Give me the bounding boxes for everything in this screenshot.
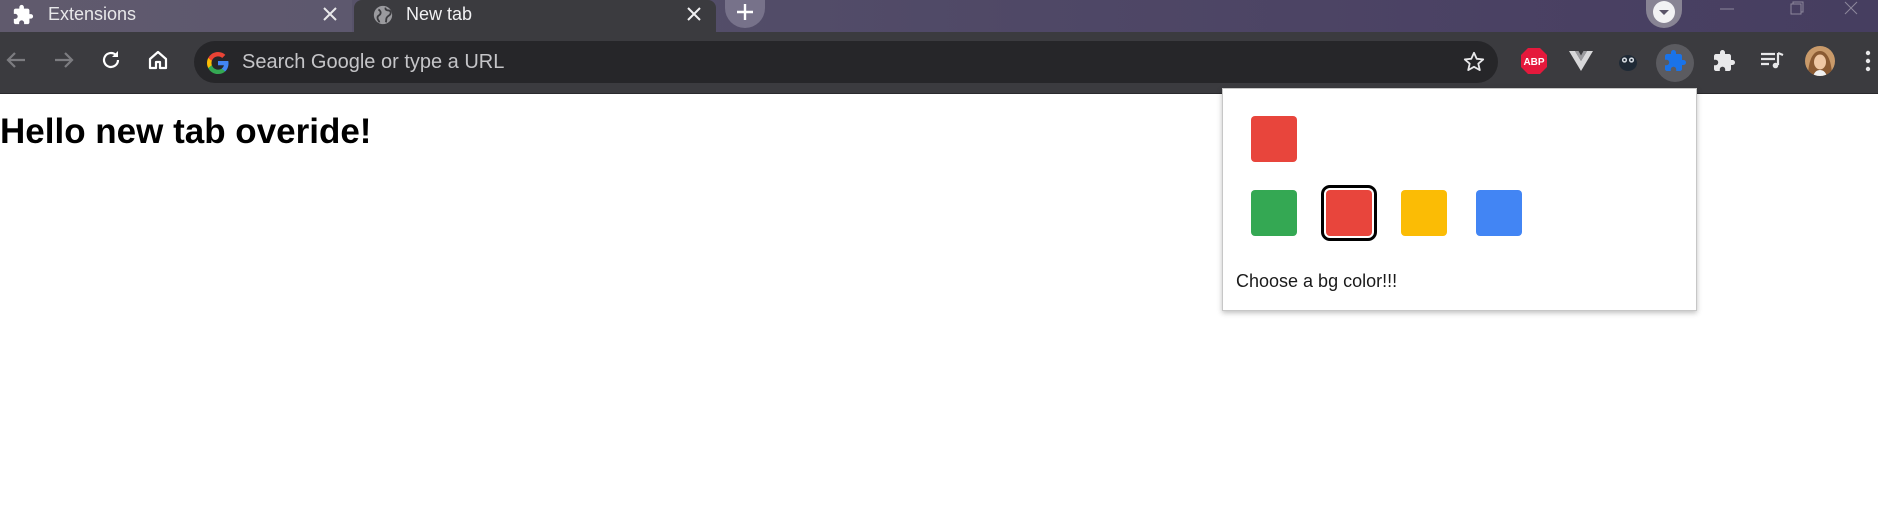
restore-button[interactable]	[1770, 0, 1824, 20]
abp-badge: ABP	[1523, 57, 1544, 68]
vue-devtools-button[interactable]	[1562, 44, 1600, 82]
reload-icon	[100, 49, 122, 76]
address-input[interactable]	[242, 48, 1392, 76]
close-icon[interactable]	[682, 2, 706, 26]
new-tab-button[interactable]	[725, 0, 765, 28]
media-controls-button[interactable]	[1753, 44, 1791, 82]
vue-icon	[1568, 49, 1594, 78]
owl-icon	[1615, 48, 1641, 79]
minimize-icon	[1720, 1, 1734, 19]
minimize-button[interactable]	[1700, 0, 1754, 20]
omnibox[interactable]	[194, 41, 1498, 83]
avatar	[1804, 45, 1836, 82]
plus-icon	[736, 3, 754, 26]
tab-new-tab[interactable]: New tab	[354, 0, 716, 32]
adblock-plus-icon: ABP	[1519, 46, 1549, 81]
restore-icon	[1790, 1, 1804, 20]
tab-title: New tab	[406, 4, 473, 24]
tab-strip: Extensions New tab	[0, 0, 1878, 32]
reload-button[interactable]	[91, 42, 131, 82]
bookmark-star-icon[interactable]	[1462, 50, 1486, 79]
home-button[interactable]	[138, 42, 178, 82]
back-button[interactable]	[0, 42, 36, 82]
google-icon	[206, 51, 230, 80]
color-button-blue[interactable]	[1476, 190, 1522, 236]
forward-button[interactable]	[44, 42, 84, 82]
owl-extension-button[interactable]	[1609, 44, 1647, 82]
bg-color-extension-button[interactable]	[1656, 44, 1694, 82]
home-icon	[147, 49, 169, 76]
color-button-yellow[interactable]	[1401, 190, 1447, 236]
extensions-menu-button[interactable]	[1705, 44, 1743, 82]
tab-extensions[interactable]: Extensions	[0, 0, 352, 32]
chevron-down-icon	[1652, 0, 1676, 29]
globe-icon	[372, 4, 394, 26]
chrome-menu-button[interactable]	[1858, 44, 1878, 82]
tab-search-button[interactable]	[1646, 0, 1682, 28]
page-heading: Hello new tab overide!	[0, 112, 372, 151]
close-icon[interactable]	[318, 2, 342, 26]
puzzle-icon	[12, 4, 34, 26]
puzzle-icon	[1663, 49, 1687, 78]
close-window-button[interactable]	[1824, 0, 1878, 20]
arrow-left-icon	[5, 49, 27, 76]
color-button-green[interactable]	[1251, 190, 1297, 236]
adblock-plus-button[interactable]: ABP	[1515, 44, 1553, 82]
popup-caption: Choose a bg color!!!	[1236, 271, 1398, 291]
current-color-swatch	[1251, 116, 1297, 162]
browser-toolbar: ABP	[0, 32, 1878, 94]
more-vert-icon	[1865, 50, 1871, 77]
close-icon	[1844, 1, 1858, 20]
profile-avatar-button[interactable]	[1801, 44, 1839, 82]
extension-popup: Choose a bg color!!!	[1222, 88, 1697, 311]
arrow-right-icon	[53, 49, 75, 76]
color-button-red[interactable]	[1321, 185, 1377, 241]
playlist-music-icon	[1759, 49, 1785, 78]
tab-title: Extensions	[48, 4, 137, 24]
puzzle-icon	[1712, 49, 1736, 78]
